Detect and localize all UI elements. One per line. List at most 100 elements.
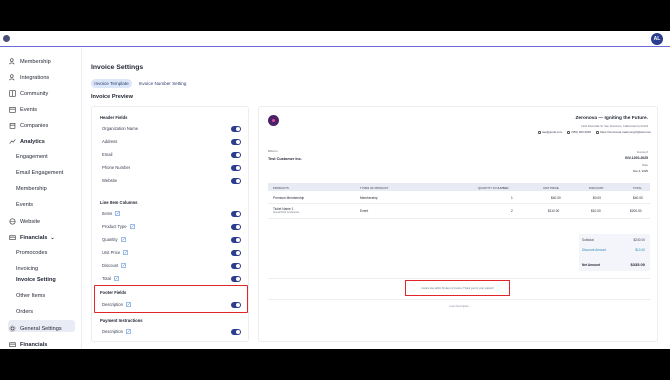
footer-divider-2 bbox=[268, 299, 650, 300]
sidebar-item-financials-2[interactable]: Financials bbox=[9, 341, 47, 348]
sidebar-item-companies[interactable]: Companies bbox=[9, 122, 48, 129]
invoice-preview: Zeronova — Igniting the Future. 1234 Riv… bbox=[258, 106, 658, 342]
row-divider bbox=[268, 218, 650, 219]
toggle-product-type[interactable] bbox=[231, 224, 241, 230]
toggle-address[interactable] bbox=[231, 139, 241, 145]
phone-icon bbox=[567, 130, 571, 134]
toggle-payment-description[interactable] bbox=[231, 329, 241, 335]
sidebar-subitem-engagement[interactable]: Engagement bbox=[16, 154, 48, 160]
col-unit-price: UNIT PRICE bbox=[543, 186, 559, 190]
mail-icon bbox=[538, 130, 542, 134]
contact-phone: (555) 383-9048 bbox=[567, 130, 591, 134]
preview-title: Invoice Preview bbox=[91, 94, 133, 100]
sidebar: Membership Integrations Community Events… bbox=[0, 48, 82, 349]
sidebar-item-label: Integrations bbox=[20, 74, 50, 81]
company-name: Zeronova — Igniting the Future. bbox=[575, 116, 649, 121]
invoice-number: INV-1200-2025 bbox=[625, 156, 648, 160]
grid-icon bbox=[9, 90, 16, 97]
table-cell: $200.00 bbox=[630, 209, 642, 213]
field-row: Organization Name bbox=[102, 126, 138, 131]
edit-icon[interactable] bbox=[120, 237, 126, 242]
field-row: Total bbox=[102, 276, 119, 281]
sidebar-subitem-promocodes[interactable]: Promocodes bbox=[16, 250, 47, 256]
field-row: Website bbox=[102, 178, 117, 183]
invoice-date: Nov 4, 2025 bbox=[632, 169, 648, 173]
discount-value: $10.00 bbox=[635, 248, 645, 252]
field-row: Phone Number bbox=[102, 165, 130, 170]
sidebar-item-label: Analytics bbox=[20, 138, 45, 145]
toggle-total[interactable] bbox=[231, 276, 241, 282]
globe-icon bbox=[596, 130, 600, 134]
col-discount: DISCOUNT bbox=[589, 186, 604, 190]
sidebar-item-membership[interactable]: Membership bbox=[9, 58, 51, 65]
toggle-unit-price[interactable] bbox=[231, 250, 241, 256]
sidebar-subitem-email-engagement[interactable]: Email Engagement bbox=[16, 170, 63, 176]
edit-icon[interactable] bbox=[126, 329, 131, 334]
toggle-organization-name[interactable] bbox=[231, 126, 241, 132]
sidebar-subitem-invoicing[interactable]: Invoicing bbox=[16, 266, 38, 272]
payment-description: Learn Description bbox=[449, 305, 469, 308]
field-row: Items bbox=[102, 211, 120, 216]
letterbox-top bbox=[0, 0, 670, 31]
field-label: Address bbox=[102, 139, 118, 144]
sidebar-item-label: Membership bbox=[20, 58, 51, 65]
sidebar-item-analytics[interactable]: Analytics bbox=[9, 138, 45, 145]
row-divider bbox=[268, 203, 650, 204]
sidebar-subitem-other-items[interactable]: Other Items bbox=[16, 293, 45, 299]
sidebar-item-label: Events bbox=[20, 106, 38, 113]
people-icon bbox=[9, 58, 16, 65]
sidebar-subitem-invoice-setting[interactable]: Invoice Setting bbox=[16, 277, 56, 283]
table-cell: 2 bbox=[511, 209, 513, 213]
col-products: PRODUCTS bbox=[273, 186, 289, 190]
toggle-phone-number[interactable] bbox=[231, 165, 241, 171]
table-cell: $10.00 bbox=[591, 209, 601, 213]
edit-icon[interactable] bbox=[121, 263, 127, 268]
subtotal-value: $240.00 bbox=[633, 238, 645, 242]
sidebar-item-website[interactable]: Website bbox=[9, 218, 40, 225]
letterbox-bottom bbox=[0, 349, 670, 380]
billed-to-label: Billed to bbox=[268, 150, 278, 153]
sidebar-subitem-membership[interactable]: Membership bbox=[16, 186, 47, 192]
company-address: 1234 Riverwalk St, San Francisco, Califo… bbox=[581, 125, 648, 128]
toggle-quantity[interactable] bbox=[231, 237, 241, 243]
field-row: Discount bbox=[102, 263, 127, 268]
sidebar-item-financials[interactable]: Financials ⌄ bbox=[9, 234, 55, 241]
edit-icon[interactable] bbox=[115, 211, 120, 216]
table-cell: 1 bbox=[511, 196, 513, 200]
invoice-number-label: Invoice # bbox=[636, 150, 648, 154]
table-cell: $110.00 bbox=[548, 209, 560, 213]
sidebar-item-label: Financials bbox=[20, 234, 48, 241]
sidebar-item-label: Community bbox=[20, 90, 49, 97]
toggle-items[interactable] bbox=[231, 211, 241, 217]
table-cell: Event bbox=[360, 209, 369, 213]
company-logo bbox=[268, 115, 279, 126]
company-contacts: lae@gmail.com (555) 383-9048 https://zer… bbox=[538, 130, 651, 134]
edit-icon[interactable] bbox=[114, 276, 119, 281]
tab-invoice-number-setting[interactable]: Invoice Number Setting bbox=[135, 79, 190, 88]
tab-invoice-template[interactable]: Invoice Template bbox=[91, 79, 132, 88]
sidebar-item-general-settings[interactable]: General Settings bbox=[9, 325, 62, 332]
edit-icon[interactable] bbox=[129, 224, 135, 229]
toggle-website[interactable] bbox=[231, 178, 241, 184]
sidebar-item-community[interactable]: Community bbox=[9, 90, 48, 97]
sidebar-subitem-events[interactable]: Events bbox=[16, 202, 33, 208]
sidebar-item-events[interactable]: Events bbox=[9, 106, 37, 113]
net-amount-value: $335.00 bbox=[630, 262, 645, 267]
sidebar-item-integrations[interactable]: Integrations bbox=[9, 74, 49, 81]
sidebar-subitem-orders[interactable]: Orders bbox=[16, 309, 33, 315]
payment-instructions-title: Payment Instructions bbox=[100, 318, 143, 323]
line-item-columns-title: Line Item Columns bbox=[100, 200, 138, 205]
edit-icon[interactable] bbox=[123, 250, 128, 255]
table-cell: $0.00 bbox=[593, 196, 601, 200]
toggle-discount[interactable] bbox=[231, 263, 241, 269]
toggle-email[interactable] bbox=[231, 152, 241, 158]
field-label: Website bbox=[102, 178, 118, 183]
app-logo[interactable] bbox=[3, 35, 10, 42]
avatar[interactable]: AL bbox=[651, 33, 663, 45]
table-row: Premium Membership bbox=[273, 196, 305, 200]
date-label: Date bbox=[642, 163, 648, 167]
page-title: Invoice Settings bbox=[91, 64, 144, 71]
field-label: Discount bbox=[102, 263, 119, 268]
col-total: TOTAL bbox=[633, 186, 642, 190]
calendar-icon bbox=[9, 106, 16, 113]
